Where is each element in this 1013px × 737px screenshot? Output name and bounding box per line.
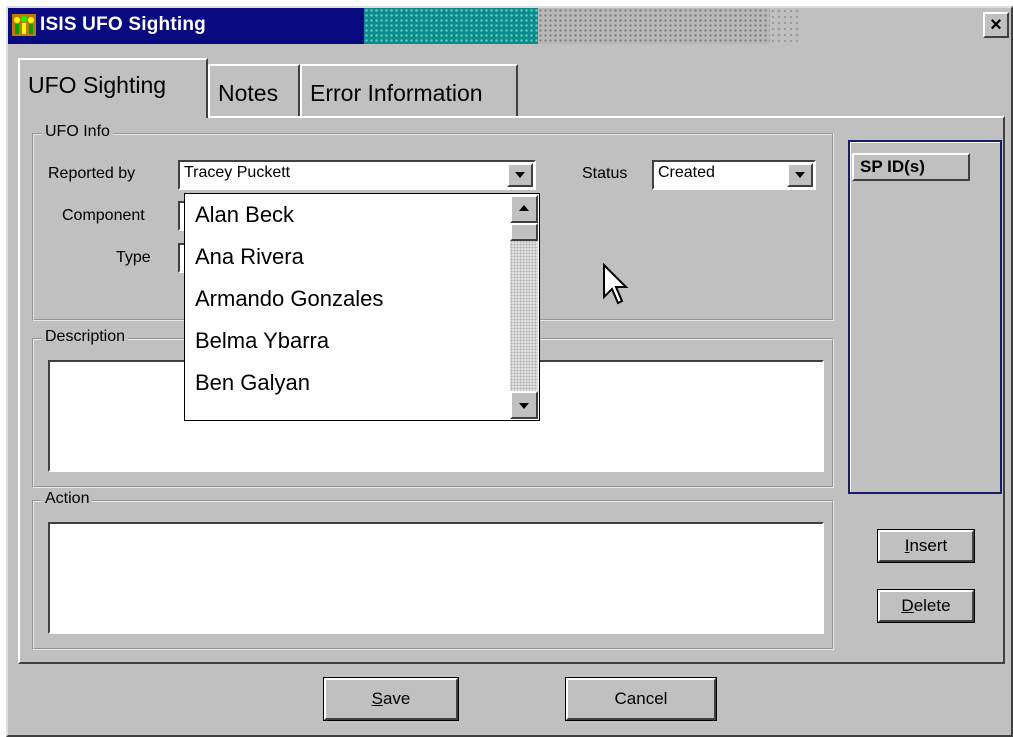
action-group-label: Action [42, 490, 93, 508]
dropdown-option[interactable]: Alan Beck [195, 202, 294, 228]
dropdown-scrollbar[interactable] [510, 195, 538, 419]
ufo-info-group-label: UFO Info [42, 123, 113, 141]
save-button[interactable]: Save [323, 677, 459, 721]
status-value: Created [658, 164, 715, 181]
mouse-cursor-icon [603, 263, 629, 305]
scroll-up-icon[interactable] [510, 195, 538, 223]
close-button[interactable]: × [983, 12, 1009, 38]
scroll-down-icon[interactable] [510, 391, 538, 419]
dialog-window: ISIS UFO Sighting × UFO Sighting Notes E… [6, 6, 1013, 737]
dropdown-option[interactable]: Armando Gonzales [195, 286, 383, 312]
cancel-label: Cancel [614, 689, 668, 708]
delete-mnemonic: D [901, 596, 914, 615]
title-bar-pattern-grey [538, 8, 770, 44]
reported-by-dropdown-list[interactable]: Alan Beck Ana Rivera Armando Gonzales Be… [184, 193, 540, 421]
save-label: ave [382, 689, 411, 708]
sp-id-column-header[interactable]: SP ID(s) [852, 153, 970, 181]
chevron-down-icon[interactable] [507, 163, 533, 187]
insert-button[interactable]: Insert [877, 529, 975, 563]
reported-by-select[interactable]: Tracey Puckett [178, 160, 536, 190]
reported-by-label: Reported by [48, 165, 136, 182]
tab-label: Error Information [310, 80, 483, 106]
type-label: Type [116, 249, 151, 266]
tab-label: Notes [218, 80, 279, 106]
close-icon: × [990, 14, 1002, 36]
action-textarea[interactable] [48, 522, 824, 634]
dropdown-option[interactable]: Belma Ybarra [195, 328, 329, 354]
status-label: Status [582, 165, 628, 182]
window-title: ISIS UFO Sighting [40, 14, 206, 35]
delete-button[interactable]: Delete [877, 589, 975, 623]
title-bar[interactable]: ISIS UFO Sighting × [8, 8, 1011, 44]
insert-label: nsert [909, 536, 948, 555]
sp-id-list[interactable] [848, 140, 1002, 494]
tab-error-information[interactable]: Error Information [300, 64, 518, 116]
description-group-label: Description [42, 328, 129, 346]
tab-ufo-sighting[interactable]: UFO Sighting [18, 58, 208, 118]
save-mnemonic: S [371, 689, 383, 708]
title-bar-pattern-fade [770, 8, 800, 44]
dropdown-option[interactable]: Ben Galyan [195, 370, 310, 396]
delete-label: elete [913, 596, 951, 615]
app-people-icon [12, 14, 36, 36]
cancel-button[interactable]: Cancel [565, 677, 717, 721]
reported-by-value: Tracey Puckett [184, 164, 291, 181]
scroll-thumb[interactable] [510, 223, 538, 241]
tab-notes[interactable]: Notes [208, 64, 300, 116]
dropdown-option[interactable]: Ana Rivera [195, 244, 304, 270]
component-label: Component [62, 207, 145, 224]
status-select[interactable]: Created [652, 160, 816, 190]
title-bar-pattern-teal [364, 8, 538, 44]
tab-label: UFO Sighting [28, 72, 167, 98]
chevron-down-icon[interactable] [787, 163, 813, 187]
